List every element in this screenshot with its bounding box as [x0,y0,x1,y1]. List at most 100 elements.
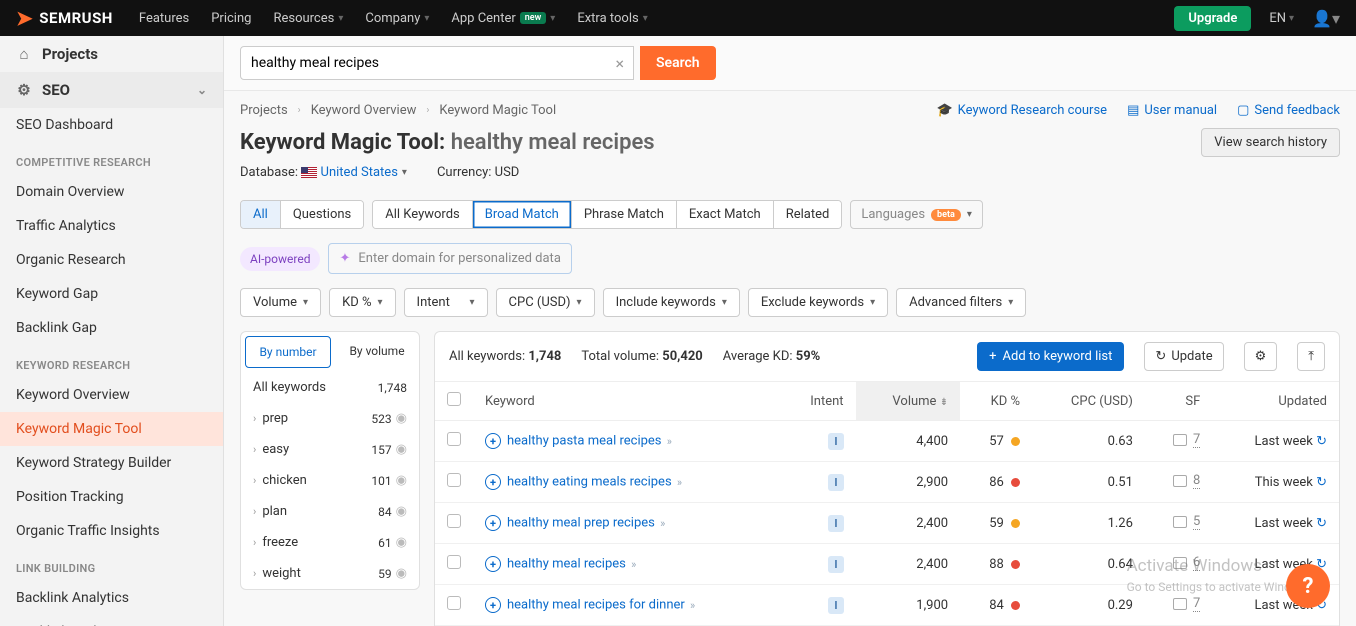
sidebar-keyword-gap[interactable]: Keyword Gap [0,277,223,311]
add-keyword-icon[interactable]: + [485,433,501,449]
nav-pricing[interactable]: Pricing [211,11,251,26]
refresh-icon[interactable]: ↻ [1316,516,1327,531]
group-freeze[interactable]: ›freeze61 ◉ [241,527,419,558]
sidebar-seo-dashboard[interactable]: SEO Dashboard [0,108,223,142]
filter-volume[interactable]: Volume▾ [240,288,321,317]
sidebar-traffic-analytics[interactable]: Traffic Analytics [0,209,223,243]
link-manual[interactable]: ▤User manual [1127,103,1217,118]
search-input[interactable] [240,46,634,80]
link-course[interactable]: 🎓Keyword Research course [936,103,1107,118]
tab-phrase-match[interactable]: Phrase Match [572,201,677,228]
th-updated[interactable]: Updated [1212,382,1339,421]
chevron-down-icon: ▾ [1289,13,1294,24]
help-button[interactable]: ? [1286,564,1330,608]
ai-domain-input[interactable]: ✦Enter domain for personalized data [328,243,571,274]
keyword-link[interactable]: healthy meal recipes for dinner [507,598,685,613]
expand-icon[interactable]: » [631,558,636,571]
breadcrumb-projects[interactable]: Projects [240,103,288,118]
th-volume[interactable]: Volume ⇟ [856,382,961,421]
breadcrumb-keyword-magic[interactable]: Keyword Magic Tool [439,103,556,118]
sidebar-seo[interactable]: ⚙SEO⌄ [0,72,223,108]
keyword-link[interactable]: healthy eating meals recipes [507,475,672,490]
add-keyword-icon[interactable]: + [485,474,501,490]
sidebar-keyword-overview[interactable]: Keyword Overview [0,378,223,412]
sidebar-organic-traffic[interactable]: Organic Traffic Insights [0,514,223,548]
row-checkbox[interactable] [447,473,461,487]
sidebar-backlink-analytics[interactable]: Backlink Analytics [0,581,223,615]
nav-resources[interactable]: Resources▾ [273,11,343,26]
filter-cpc[interactable]: CPC (USD)▾ [496,288,595,317]
sidebar-projects[interactable]: ⌂Projects [0,36,223,72]
refresh-icon[interactable]: ↻ [1316,434,1327,449]
tab-by-volume[interactable]: By volume [335,332,419,372]
th-keyword[interactable]: Keyword [473,382,780,421]
group-plan[interactable]: ›plan84 ◉ [241,496,419,527]
row-checkbox[interactable] [447,596,461,610]
keyword-link[interactable]: healthy meal prep recipes [507,516,655,531]
tab-all[interactable]: All [241,201,281,228]
language-filter[interactable]: Languagesbeta▾ [850,200,983,229]
update-button[interactable]: ↻Update [1144,342,1223,371]
add-to-list-button[interactable]: +Add to keyword list [977,342,1124,371]
th-cpc[interactable]: CPC (USD) [1032,382,1145,421]
row-checkbox[interactable] [447,555,461,569]
sidebar-position-tracking[interactable]: Position Tracking [0,480,223,514]
breadcrumb-keyword-overview[interactable]: Keyword Overview [311,103,417,118]
export-button[interactable]: ⤒ [1297,342,1325,371]
tab-questions[interactable]: Questions [281,201,363,228]
filter-intent[interactable]: Intent▾ [404,288,488,317]
keyword-link[interactable]: healthy meal recipes [507,557,626,572]
upgrade-button[interactable]: Upgrade [1174,6,1251,31]
sidebar-backlink-gap[interactable]: Backlink Gap [0,311,223,345]
th-kd[interactable]: KD % [960,382,1032,421]
add-keyword-icon[interactable]: + [485,556,501,572]
sidebar-keyword-magic[interactable]: Keyword Magic Tool [0,412,223,446]
filter-exclude[interactable]: Exclude keywords▾ [748,288,888,317]
nav-features[interactable]: Features [139,11,189,26]
group-all-keywords[interactable]: All keywords 1,748 [241,372,419,403]
tab-broad-match[interactable]: Broad Match [473,201,572,228]
tab-related[interactable]: Related [774,201,842,228]
row-checkbox[interactable] [447,514,461,528]
tab-all-keywords[interactable]: All Keywords [373,201,473,228]
user-menu[interactable]: 👤▾ [1312,9,1340,28]
brand-logo[interactable]: ➤ SEMRUSH [16,8,113,28]
link-feedback[interactable]: ▢Send feedback [1237,103,1340,118]
group-weight[interactable]: ›weight59 ◉ [241,558,419,589]
expand-icon[interactable]: » [660,517,665,530]
sidebar-domain-overview[interactable]: Domain Overview [0,175,223,209]
group-chicken[interactable]: ›chicken101 ◉ [241,465,419,496]
sidebar-backlink-audit[interactable]: Backlink Audit [0,615,223,626]
filter-advanced[interactable]: Advanced filters▾ [896,288,1026,317]
filter-kd[interactable]: KD %▾ [329,288,395,317]
nav-extratools[interactable]: Extra tools▾ [577,11,647,26]
refresh-icon[interactable]: ↻ [1316,475,1327,490]
expand-icon[interactable]: » [677,476,682,489]
nav-appcenter[interactable]: App Centernew▾ [451,11,555,26]
th-intent[interactable]: Intent [780,382,855,421]
filter-include[interactable]: Include keywords▾ [603,288,740,317]
settings-button[interactable]: ⚙ [1244,342,1278,371]
clear-icon[interactable]: × [615,54,624,73]
language-selector[interactable]: EN▾ [1269,11,1294,26]
tab-exact-match[interactable]: Exact Match [677,201,774,228]
nav-company[interactable]: Company▾ [365,11,429,26]
row-checkbox[interactable] [447,432,461,446]
search-button[interactable]: Search [640,46,716,80]
group-easy[interactable]: ›easy157 ◉ [241,434,419,465]
add-keyword-icon[interactable]: + [485,515,501,531]
table-row: +healthy eating meals recipes »I2,90086 … [435,462,1339,503]
group-prep[interactable]: ›prep523 ◉ [241,403,419,434]
select-all-checkbox[interactable] [447,392,461,406]
sidebar-keyword-strategy[interactable]: Keyword Strategy Builder [0,446,223,480]
gear-icon: ⚙ [16,81,32,99]
sidebar-organic-research[interactable]: Organic Research [0,243,223,277]
keyword-link[interactable]: healthy pasta meal recipes [507,434,662,449]
add-keyword-icon[interactable]: + [485,597,501,613]
th-sf[interactable]: SF [1145,382,1212,421]
tab-by-number[interactable]: By number [245,336,331,368]
expand-icon[interactable]: » [690,599,695,612]
expand-icon[interactable]: » [667,435,672,448]
view-history-button[interactable]: View search history [1201,128,1340,157]
database-selector[interactable]: Database: United States ▾ [240,165,407,180]
